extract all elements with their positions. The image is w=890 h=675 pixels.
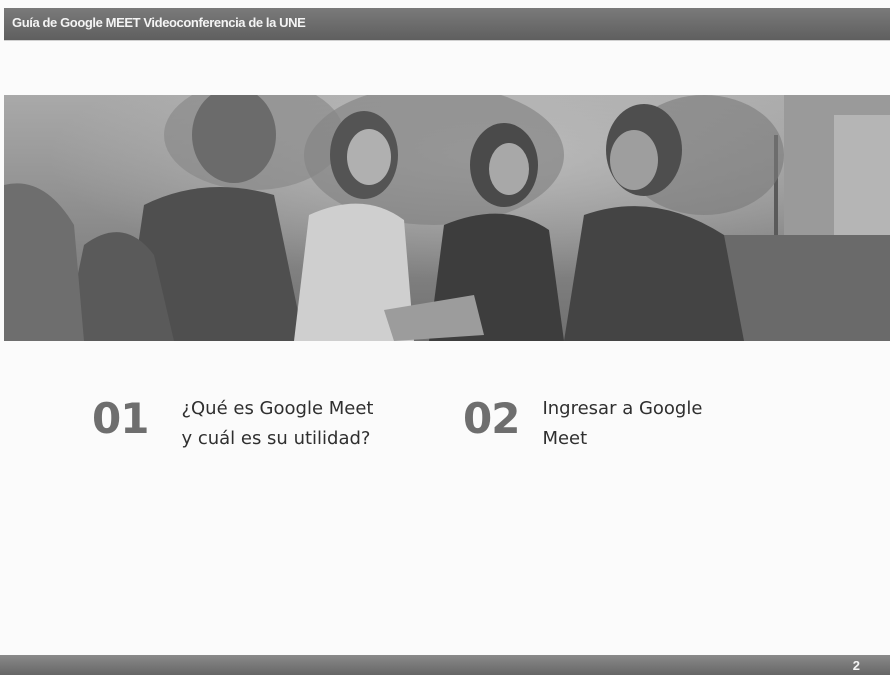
header-bar: Guía de Google MEET Videoconferencia de … (4, 8, 890, 40)
agenda-item-text: ¿Qué es Google Meet y cuál es su utilida… (181, 398, 374, 449)
footer-bar: 2 (0, 655, 890, 675)
header-title: Guía de Google MEET Videoconferencia de … (12, 15, 306, 30)
slide-page: Guía de Google MEET Videoconferencia de … (0, 0, 890, 675)
page-number: 2 (852, 658, 860, 673)
agenda-item-01[interactable]: 01 ¿Qué es Google Meet y cuál es su util… (92, 394, 381, 454)
agenda-item-number: 01 (92, 394, 149, 443)
agenda-item-02[interactable]: 02 Ingresar a Google Meet (463, 394, 742, 454)
agenda-item-text: Ingresar a Google Meet (542, 398, 703, 449)
banner-photo (4, 95, 890, 341)
agenda-item-number: 02 (463, 394, 520, 443)
students-photo-illustration (4, 95, 890, 341)
